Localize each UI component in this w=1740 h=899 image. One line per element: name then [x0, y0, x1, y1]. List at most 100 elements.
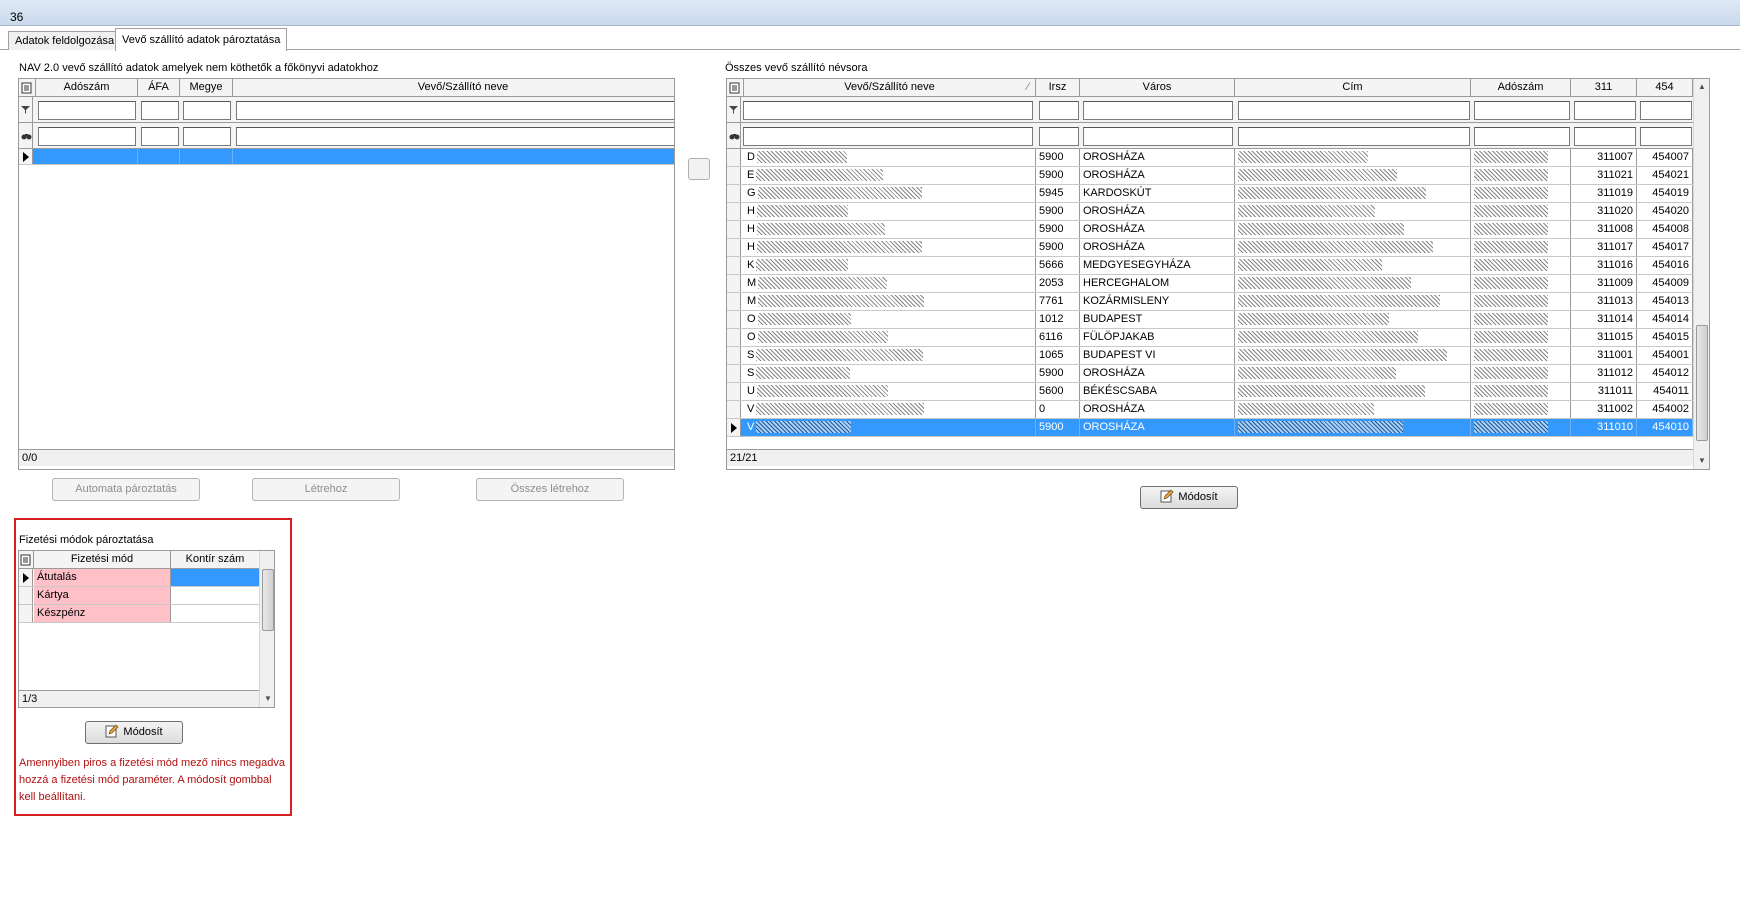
- payment-row[interactable]: Kártya: [19, 587, 259, 605]
- payment-modify-button[interactable]: Módosít: [85, 721, 183, 744]
- payment-row[interactable]: Készpénz: [19, 605, 259, 623]
- filter-afa-input[interactable]: [141, 101, 179, 120]
- row-indicator[interactable]: [727, 401, 741, 418]
- col-cim[interactable]: Cím: [1235, 79, 1471, 96]
- create-button[interactable]: Létrehoz: [252, 478, 400, 501]
- grid-header: Fizetési mód Kontír szám: [19, 551, 259, 569]
- filter-varos-input[interactable]: [1083, 101, 1233, 120]
- row-indicator[interactable]: [727, 383, 741, 400]
- row-indicator[interactable]: [727, 311, 741, 328]
- col-fizetesi-mod[interactable]: Fizetési mód: [34, 551, 171, 568]
- row-indicator[interactable]: [727, 419, 741, 436]
- vertical-scrollbar[interactable]: ▲ ▼: [1693, 79, 1709, 469]
- scroll-down-arrow[interactable]: ▼: [260, 691, 274, 707]
- right-modify-button[interactable]: Módosít: [1140, 486, 1238, 509]
- col-454[interactable]: 454: [1637, 79, 1693, 96]
- filter-454-input[interactable]: [1640, 101, 1692, 120]
- scroll-up-arrow[interactable]: ▲: [1694, 79, 1709, 95]
- col-varos[interactable]: Város: [1080, 79, 1235, 96]
- transfer-button[interactable]: [688, 158, 710, 180]
- filter-adoszam-input[interactable]: [38, 101, 136, 120]
- table-row[interactable]: U 5600 BÉKÉSCSABA 311011 454011: [727, 383, 1693, 401]
- auto-pair-button[interactable]: Automata pároztatás: [52, 478, 200, 501]
- table-row[interactable]: M 7761 KOZÁRMISLENY 311013 454013: [727, 293, 1693, 311]
- col-megye[interactable]: Megye: [180, 79, 233, 96]
- filter-irsz-input[interactable]: [1039, 101, 1079, 120]
- table-row[interactable]: H 5900 OROSHÁZA 311020 454020: [727, 203, 1693, 221]
- kontir-cell[interactable]: [171, 587, 259, 604]
- row-indicator[interactable]: [19, 569, 33, 586]
- search-nev-input[interactable]: [743, 127, 1033, 146]
- row-indicator[interactable]: [727, 275, 741, 292]
- create-all-button[interactable]: Összes létrehoz: [476, 478, 624, 501]
- nav-data-grid[interactable]: Adószám ÁFA Megye Vevő/Szállító neve ⁄ 0…: [18, 78, 675, 470]
- col-adoszam[interactable]: Adószám: [1471, 79, 1571, 96]
- row-indicator[interactable]: [727, 347, 741, 364]
- table-row[interactable]: E 5900 OROSHÁZA 311021 454021: [727, 167, 1693, 185]
- table-row[interactable]: S 1065 BUDAPEST VI 311001 454001: [727, 347, 1693, 365]
- row-indicator[interactable]: [727, 149, 741, 166]
- filter-megye-input[interactable]: [183, 101, 231, 120]
- search-megye-input[interactable]: [183, 127, 231, 146]
- row-indicator[interactable]: [727, 329, 741, 346]
- tab-adatok-feldolgozasa[interactable]: Adatok feldolgozása: [8, 31, 122, 50]
- table-row[interactable]: O 6116 FÜLÖPJAKAB 311015 454015: [727, 329, 1693, 347]
- search-varos-input[interactable]: [1083, 127, 1233, 146]
- search-irsz-input[interactable]: [1039, 127, 1079, 146]
- row-indicator[interactable]: [727, 185, 741, 202]
- scroll-thumb[interactable]: [262, 569, 274, 631]
- table-row[interactable]: D 5900 OROSHÁZA 311007 454007: [727, 149, 1693, 167]
- col-irsz[interactable]: Irsz: [1036, 79, 1080, 96]
- filter-nev-input[interactable]: [236, 101, 674, 120]
- scroll-down-arrow[interactable]: ▼: [1694, 453, 1709, 469]
- filter-nev-input[interactable]: [743, 101, 1033, 120]
- search-nev-input[interactable]: [236, 127, 674, 146]
- search-adoszam-input[interactable]: [38, 127, 136, 146]
- col-kontir-szam[interactable]: Kontír szám: [171, 551, 259, 568]
- row-indicator[interactable]: [727, 167, 741, 184]
- col-nev[interactable]: Vevő/Szállító neve ⁄: [744, 79, 1036, 96]
- filter-cim-input[interactable]: [1238, 101, 1470, 120]
- row-indicator[interactable]: [727, 239, 741, 256]
- search-cim-input[interactable]: [1238, 127, 1470, 146]
- row-indicator[interactable]: [19, 587, 33, 604]
- table-row[interactable]: V 5900 OROSHÁZA 311010 454010: [727, 419, 1693, 437]
- table-row[interactable]: G 5945 KARDOSKÚT 311019 454019: [727, 185, 1693, 203]
- payment-row[interactable]: Átutalás: [19, 569, 259, 587]
- search-afa-input[interactable]: [141, 127, 179, 146]
- row-indicator[interactable]: [727, 257, 741, 274]
- table-row[interactable]: H 5900 OROSHÁZA 311017 454017: [727, 239, 1693, 257]
- row-indicator[interactable]: [727, 221, 741, 238]
- kontir-cell[interactable]: [171, 569, 259, 586]
- tab-vevo-szallito-paroztatas[interactable]: Vevő szállító adatok pároztatása: [115, 28, 288, 51]
- table-row[interactable]: H 5900 OROSHÁZA 311008 454008: [727, 221, 1693, 239]
- table-row[interactable]: O 1012 BUDAPEST 311014 454014: [727, 311, 1693, 329]
- col-afa[interactable]: ÁFA: [138, 79, 180, 96]
- all-partners-grid[interactable]: Vevő/Szállító neve ⁄ Irsz Város Cím Adós…: [726, 78, 1710, 470]
- row-indicator[interactable]: [727, 365, 741, 382]
- filter-adoszam-input[interactable]: [1474, 101, 1570, 120]
- col-311[interactable]: 311: [1571, 79, 1637, 96]
- search-311-input[interactable]: [1574, 127, 1636, 146]
- payment-modes-grid[interactable]: Fizetési mód Kontír szám Átutalás Kártya K…: [18, 550, 275, 708]
- table-row[interactable]: V 0 OROSHÁZA 311002 454002: [727, 401, 1693, 419]
- table-row[interactable]: M 2053 HERCEGHALOM 311009 454009: [727, 275, 1693, 293]
- col-adoszam[interactable]: Adószám: [36, 79, 138, 96]
- grid-options-icon[interactable]: [727, 79, 744, 96]
- row-indicator[interactable]: [727, 293, 741, 310]
- search-adoszam-input[interactable]: [1474, 127, 1570, 146]
- search-454-input[interactable]: [1640, 127, 1692, 146]
- grid-options-icon[interactable]: [19, 79, 36, 96]
- cell-text: 5900: [1039, 151, 1064, 163]
- grid-options-icon[interactable]: [19, 551, 34, 568]
- payment-scrollbar[interactable]: ▼: [259, 551, 274, 707]
- table-row[interactable]: K 5666 MEDGYESEGYHÁZA 311016 454016: [727, 257, 1693, 275]
- row-indicator[interactable]: [19, 605, 33, 622]
- scroll-thumb[interactable]: [1696, 325, 1708, 441]
- table-row[interactable]: S 5900 OROSHÁZA 311012 454012: [727, 365, 1693, 383]
- col-vevo-szallito-neve[interactable]: Vevő/Szállító neve ⁄: [233, 79, 674, 96]
- kontir-cell[interactable]: [171, 605, 259, 622]
- table-row[interactable]: [19, 149, 674, 165]
- row-indicator[interactable]: [727, 203, 741, 220]
- filter-311-input[interactable]: [1574, 101, 1636, 120]
